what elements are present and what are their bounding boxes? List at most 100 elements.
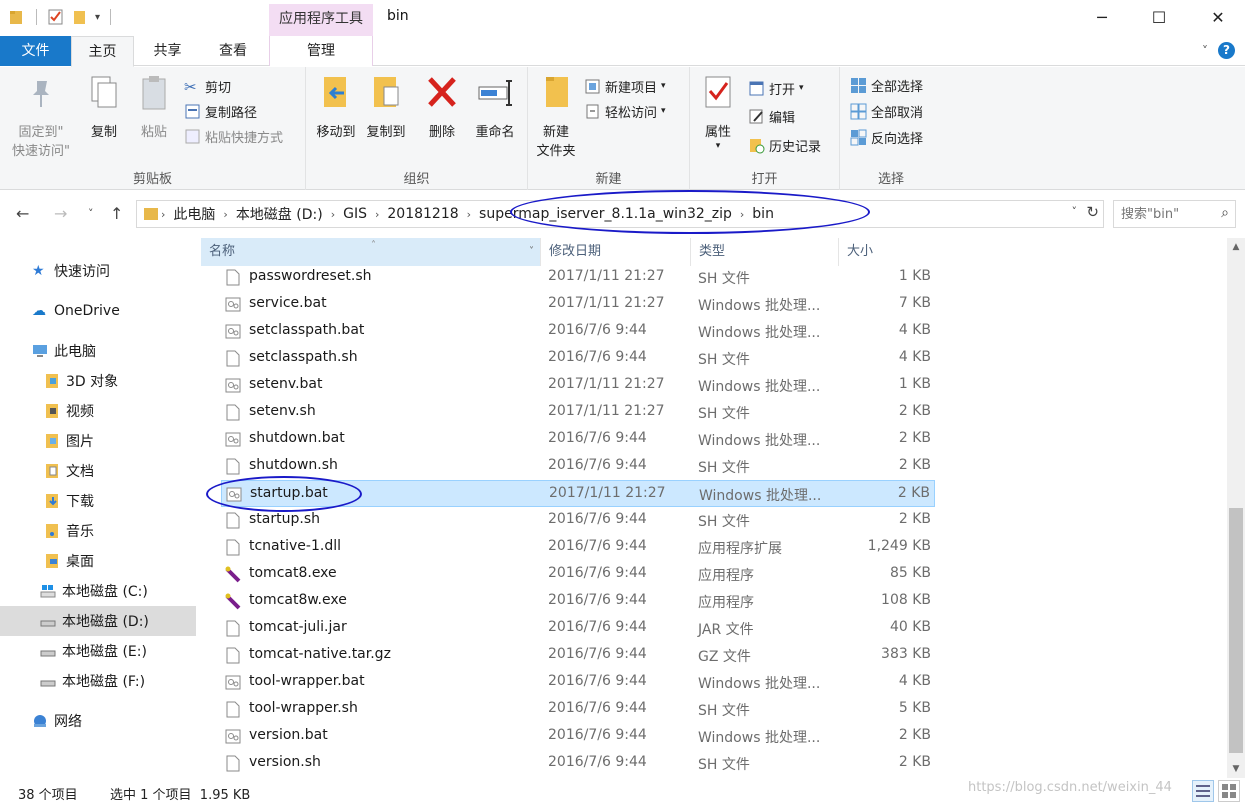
- nav-drive-e[interactable]: 本地磁盘 (E:): [0, 636, 196, 666]
- nav-drive-d[interactable]: 本地磁盘 (D:): [0, 606, 196, 636]
- crumb-this-pc[interactable]: 此电脑: [167, 204, 221, 224]
- column-filter-icon[interactable]: ˅: [529, 238, 534, 266]
- nav-onedrive[interactable]: ☁ OneDrive: [0, 296, 196, 326]
- nav-drive-f[interactable]: 本地磁盘 (F:): [0, 666, 196, 696]
- nav-music[interactable]: 音乐: [0, 516, 196, 546]
- edit-button[interactable]: 编辑: [748, 105, 795, 127]
- file-row[interactable]: startup.sh 2016/7/6 9:44 SH 文件 2 KB: [221, 507, 935, 534]
- invert-selection-button[interactable]: 反向选择: [850, 126, 923, 148]
- file-row[interactable]: service.bat 2017/1/11 21:27 Windows 批处理...…: [221, 291, 935, 318]
- folder-icon[interactable]: [8, 8, 26, 26]
- cut-button[interactable]: ✂ 剪切: [184, 75, 231, 97]
- scroll-down-icon[interactable]: ▼: [1227, 764, 1245, 774]
- easy-access-button[interactable]: 轻松访问 ▾: [584, 100, 666, 122]
- rename-button[interactable]: 重命名: [468, 73, 522, 142]
- properties-check-icon[interactable]: [47, 8, 65, 26]
- column-header-date[interactable]: 修改日期: [541, 238, 691, 266]
- large-icons-view-button[interactable]: [1218, 780, 1240, 802]
- details-view-button[interactable]: [1192, 780, 1214, 802]
- history-button[interactable]: 历史记录: [748, 134, 821, 156]
- copy-path-button[interactable]: 复制路径: [184, 100, 257, 122]
- file-row[interactable]: tcnative-1.dll 2016/7/6 9:44 应用程序扩展 1,249 K…: [221, 534, 935, 561]
- properties-button[interactable]: 属性 ▾: [696, 73, 740, 151]
- customize-toolbar-icon[interactable]: ▾: [95, 12, 100, 23]
- chevron-right-icon[interactable]: ›: [465, 208, 473, 221]
- chevron-right-icon[interactable]: ›: [159, 208, 167, 221]
- nav-network[interactable]: 网络: [0, 706, 196, 736]
- nav-pictures[interactable]: 图片: [0, 426, 196, 456]
- nav-drive-c[interactable]: 本地磁盘 (C:): [0, 576, 196, 606]
- file-row[interactable]: tomcat8w.exe 2016/7/6 9:44 应用程序 108 KB: [221, 588, 935, 615]
- refresh-icon[interactable]: ↻: [1086, 203, 1099, 221]
- nav-videos[interactable]: 视频: [0, 396, 196, 426]
- crumb-gis[interactable]: GIS: [337, 206, 373, 222]
- file-row[interactable]: tool-wrapper.bat 2016/7/6 9:44 Windows 批处理…: [221, 669, 935, 696]
- nav-3d-objects[interactable]: 3D 对象: [0, 366, 196, 396]
- paste-shortcut-button[interactable]: 粘贴快捷方式: [184, 125, 283, 147]
- file-row[interactable]: setenv.bat 2017/1/11 21:27 Windows 批处理... 1…: [221, 372, 935, 399]
- file-row[interactable]: startup.bat 2017/1/11 21:27 Windows 批处理...…: [221, 480, 935, 507]
- crumb-supermap-zip[interactable]: supermap_iserver_8.1.1a_win32_zip: [473, 206, 738, 222]
- back-arrow-icon[interactable]: ←: [16, 204, 29, 223]
- pin-quick-access-button[interactable]: 固定到" 快速访问": [8, 73, 74, 161]
- copy-to-button[interactable]: 复制到: [362, 73, 410, 142]
- file-row[interactable]: version.bat 2016/7/6 9:44 Windows 批处理... 2 …: [221, 723, 935, 750]
- search-box[interactable]: ⌕: [1113, 200, 1236, 228]
- file-row[interactable]: shutdown.sh 2016/7/6 9:44 SH 文件 2 KB: [221, 453, 935, 480]
- crumb-bin[interactable]: bin: [746, 206, 780, 222]
- forward-arrow-icon[interactable]: →: [54, 204, 67, 223]
- crumb-20181218[interactable]: 20181218: [381, 206, 464, 222]
- delete-button[interactable]: 删除: [422, 73, 462, 142]
- file-row[interactable]: passwordreset.sh 2017/1/11 21:27 SH 文件 1 KB: [221, 264, 935, 291]
- file-row[interactable]: tomcat-native.tar.gz 2016/7/6 9:44 GZ 文件 38…: [221, 642, 935, 669]
- column-header-type[interactable]: 类型: [691, 238, 839, 266]
- file-row[interactable]: tomcat-juli.jar 2016/7/6 9:44 JAR 文件 40 KB: [221, 615, 935, 642]
- tab-share[interactable]: 共享: [136, 36, 199, 66]
- chevron-right-icon[interactable]: ›: [738, 208, 746, 221]
- chevron-right-icon[interactable]: ›: [221, 208, 229, 221]
- tab-file[interactable]: 文件: [0, 36, 71, 66]
- select-all-button[interactable]: 全部选择: [850, 74, 923, 96]
- file-row[interactable]: setenv.sh 2017/1/11 21:27 SH 文件 2 KB: [221, 399, 935, 426]
- crumb-drive-d[interactable]: 本地磁盘 (D:): [230, 204, 329, 224]
- copy-button[interactable]: 复制: [84, 73, 124, 142]
- chevron-right-icon[interactable]: ›: [373, 208, 381, 221]
- up-arrow-icon[interactable]: ↑: [110, 204, 123, 223]
- nav-quick-access[interactable]: ★ 快速访问: [0, 256, 196, 286]
- file-row[interactable]: tomcat8.exe 2016/7/6 9:44 应用程序 85 KB: [221, 561, 935, 588]
- file-row[interactable]: tool-wrapper.sh 2016/7/6 9:44 SH 文件 5 KB: [221, 696, 935, 723]
- recent-locations-icon[interactable]: ˅: [88, 207, 94, 220]
- nav-desktop[interactable]: 桌面: [0, 546, 196, 576]
- new-folder-button[interactable]: 新建 文件夹: [532, 73, 580, 161]
- scroll-up-icon[interactable]: ▲: [1227, 242, 1245, 252]
- select-none-button[interactable]: 全部取消: [850, 100, 923, 122]
- paste-button[interactable]: 粘贴: [134, 73, 174, 142]
- open-button[interactable]: 打开 ▾: [748, 77, 804, 99]
- address-dropdown-icon[interactable]: ˅: [1072, 205, 1078, 218]
- column-header-name[interactable]: ˄ 名称 ˅: [201, 238, 541, 266]
- address-bar[interactable]: › 此电脑 › 本地磁盘 (D:) › GIS › 20181218 › sup…: [136, 200, 1104, 228]
- chevron-right-icon[interactable]: ›: [329, 208, 337, 221]
- tab-home[interactable]: 主页: [71, 36, 134, 67]
- vertical-scrollbar[interactable]: ▲ ▼: [1227, 238, 1245, 778]
- file-row[interactable]: setclasspath.bat 2016/7/6 9:44 Windows 批处理…: [221, 318, 935, 345]
- file-row[interactable]: shutdown.bat 2016/7/6 9:44 Windows 批处理... 2…: [221, 426, 935, 453]
- maximize-button[interactable]: ☐: [1136, 0, 1182, 34]
- nav-downloads[interactable]: 下载: [0, 486, 196, 516]
- file-row[interactable]: version.sh 2016/7/6 9:44 SH 文件 2 KB: [221, 750, 935, 777]
- collapse-ribbon-icon[interactable]: ˅: [1202, 44, 1208, 58]
- scrollbar-thumb[interactable]: [1229, 508, 1243, 753]
- move-to-button[interactable]: 移动到: [312, 73, 360, 142]
- search-input[interactable]: [1121, 202, 1217, 226]
- tab-view[interactable]: 查看: [200, 36, 266, 66]
- tab-manage[interactable]: 管理: [269, 36, 373, 66]
- nav-documents[interactable]: 文档: [0, 456, 196, 486]
- column-header-size[interactable]: 大小: [839, 238, 937, 266]
- nav-this-pc[interactable]: 此电脑: [0, 336, 196, 366]
- new-item-button[interactable]: 新建项目 ▾: [584, 75, 666, 97]
- file-row[interactable]: setclasspath.sh 2016/7/6 9:44 SH 文件 4 KB: [221, 345, 935, 372]
- close-button[interactable]: ✕: [1195, 0, 1241, 34]
- search-icon[interactable]: ⌕: [1221, 205, 1229, 221]
- new-folder-icon[interactable]: [71, 8, 89, 26]
- minimize-button[interactable]: ─: [1079, 0, 1125, 34]
